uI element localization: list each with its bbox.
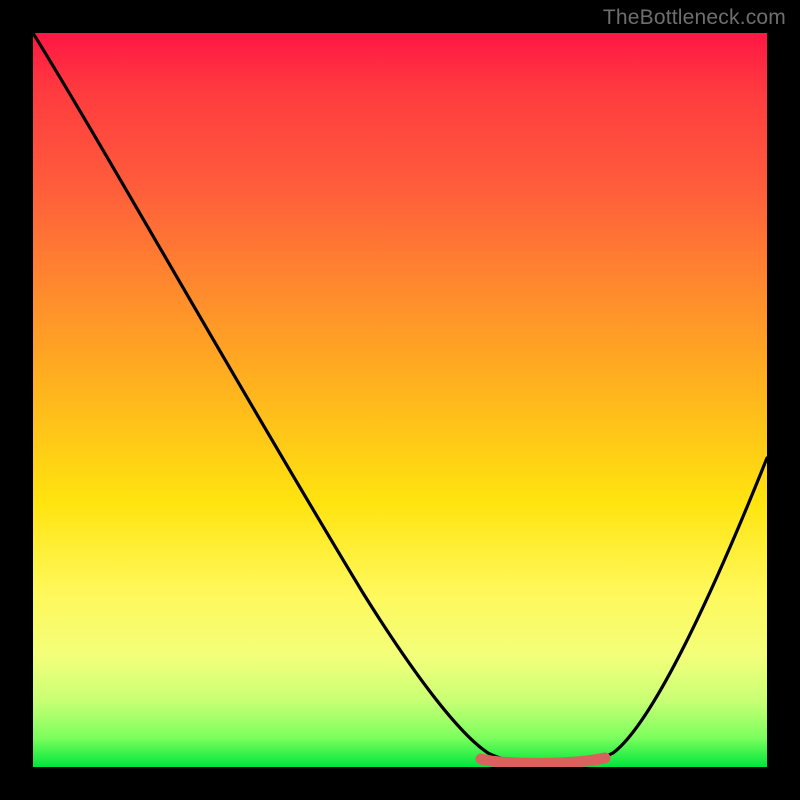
chart-frame: TheBottleneck.com bbox=[0, 0, 800, 800]
curve-svg bbox=[33, 33, 767, 767]
valley-marker bbox=[481, 758, 605, 763]
watermark-text: TheBottleneck.com bbox=[603, 6, 786, 30]
bottleneck-curve bbox=[33, 33, 767, 764]
plot-area bbox=[33, 33, 767, 767]
